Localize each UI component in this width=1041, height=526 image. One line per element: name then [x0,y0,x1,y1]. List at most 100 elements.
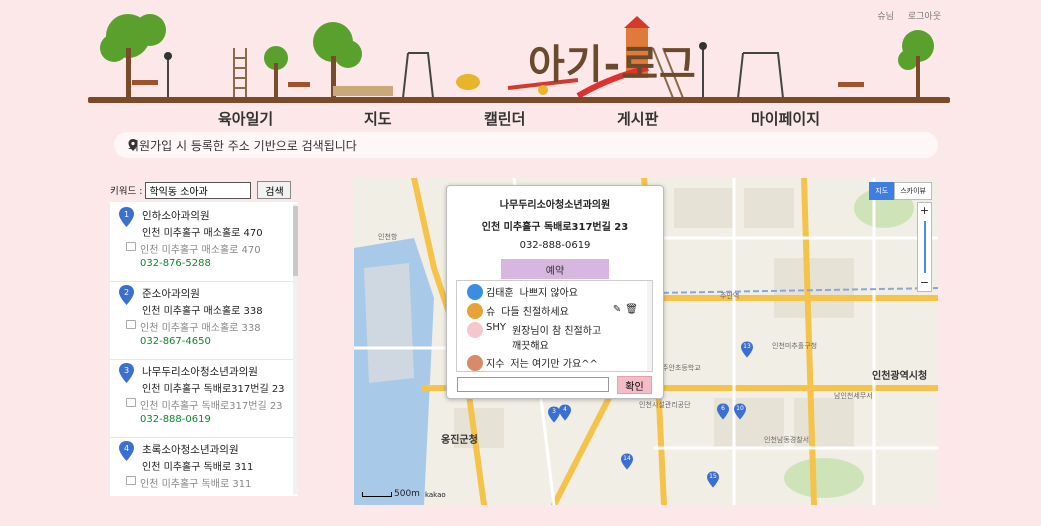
zoom-slider-bar [924,221,926,273]
nav-item-calendar[interactable]: 캘린더 [484,108,525,129]
svg-text:1: 1 [124,210,129,219]
zoom-slider[interactable] [918,219,931,275]
avatar [467,355,483,371]
result-road-address: 인천 미추홀구 매소홀로 338 [142,306,263,317]
list-item[interactable]: 3 나무두리소아청소년과의원 인천 미추홀구 독배로317번길 23 인천 미추… [110,360,294,438]
logo-title: 아기-로그 [528,42,697,88]
jibun-tag-icon [126,242,136,251]
map-label: 남인천세무서 [834,392,873,400]
map-label: 주안초등학교 [662,364,701,372]
map-pin[interactable]: 10 [734,403,746,420]
svg-text:2: 2 [124,288,129,297]
zoom-control: + − [917,202,932,292]
map-pin[interactable]: 14 [621,453,633,470]
result-road-address: 인천 미추홀구 독배로317번길 23 [142,384,285,395]
map-scale: 500m kakao [362,489,446,499]
scrollbar-thumb[interactable] [293,206,298,276]
zoom-out-button[interactable]: − [918,275,931,291]
avatar [467,284,483,300]
comment-item: SHY 원장님이 참 친절하고 깨끗해요 [457,319,652,352]
search-row: 키워드 : 검색 [110,178,298,202]
comment-text: 다들 친절하세요 [501,307,569,318]
confirm-button[interactable]: 확인 [617,376,652,394]
result-name: 나무두리소아청소년과의원 [142,366,258,378]
keyword-label: 키워드 : [110,186,143,197]
scale-bar [362,492,392,497]
jibun-tag-icon [126,320,136,329]
comment-author: 김태훈 [486,288,514,299]
map-label: 옹진군청 [441,435,478,446]
map-marker-icon: 4 [119,441,134,461]
jibun-text: 인천 미추홀구 독배로317번길 23 [140,401,283,412]
result-jibun-address: 인천 미추홀구 독배로317번길 23 [126,397,294,414]
popup-clinic-address: 인천 미추홀구 독배로317번길 23 [481,222,629,233]
comment-item: 김태훈 나쁘지 않아요 [457,281,652,300]
jibun-text: 인천 미추홀구 매소홀로 470 [140,245,261,256]
search-button[interactable]: 검색 [257,181,292,199]
nav-item-map[interactable]: 지도 [364,108,392,129]
comment-scrollbar[interactable] [647,281,652,371]
list-item[interactable]: 2 준소아과의원 인천 미추홀구 매소홀로 338 인천 미추홀구 매소홀로 3… [110,282,294,360]
nav-item-mypage[interactable]: 마이페이지 [751,108,820,129]
main-nav: 육아일기 지도 캘린더 게시판 마이페이지 [0,108,1041,132]
comment-text: 나쁘지 않아요 [519,288,578,299]
map-marker-icon: 3 [119,363,134,383]
result-phone: 032-888-0619 [140,414,211,425]
comment-author: 지수 [486,359,505,370]
map-marker-icon: 2 [119,285,134,305]
list-item[interactable]: 4 초록소아청소년과의원 인천 미추홀구 독배로 311 인천 미추홀구 독배로… [110,438,294,496]
jibun-text: 인천 미추홀구 매소홀로 338 [140,323,261,334]
svg-text:4: 4 [124,444,129,453]
map-pin[interactable]: 15 [707,471,719,488]
location-pin-icon [128,139,138,151]
result-scrollbar[interactable] [293,204,298,494]
map-pin[interactable]: 6 [717,403,729,420]
comment-item: 슈 다들 친절하세요 ✎ 🗑 [457,300,652,319]
search-notice: 회원가입 시 등록한 주소 기반으로 검색됩니다 [114,132,938,158]
comment-list: 김태훈 나쁘지 않아요 슈 다들 친절하세요 ✎ 🗑 SHY 원장님이 참 친절… [456,280,653,372]
map-type-toggle: 지도 스카이뷰 [869,182,932,200]
logo-banner[interactable]: 아기-로그 [88,8,950,104]
map-label: 인천항 [378,233,398,241]
result-list: 1 인하소아과의원 인천 미추홀구 매소홀로 470 인천 미추홀구 매소홀로 … [110,204,294,496]
scale-label: 500m [394,489,420,499]
nav-item-board[interactable]: 게시판 [617,108,658,129]
avatar [467,303,483,319]
map-pin[interactable]: 13 [741,341,753,358]
map-type-skyview-button[interactable]: 스카이뷰 [894,182,932,200]
search-result-panel: 키워드 : 검색 1 인하소아과의원 인천 미추홀구 매소홀로 470 인천 미… [110,178,298,496]
map-label: 인천남동경찰서 [764,436,810,444]
map-label: 인천시설관리공단 [639,401,691,409]
jibun-tag-icon [126,398,136,407]
avatar [467,322,483,338]
keyword-input[interactable] [145,181,252,199]
jibun-tag-icon [126,476,136,485]
result-jibun-address: 인천 미추홀구 독배로 311 [126,475,294,492]
result-name: 준소아과의원 [142,288,200,300]
comment-input[interactable] [457,377,609,392]
nav-item-diary[interactable]: 육아일기 [218,108,273,129]
comment-author: 슈 [486,307,496,318]
clinic-info-popup: 나무두리소아청소년과의원 인천 미추홀구 독배로317번길 23 032-888… [446,185,664,399]
zoom-in-button[interactable]: + [918,203,931,219]
popup-clinic-name: 나무두리소아청소년과의원 [499,200,611,211]
reserve-button[interactable]: 예약 [501,259,609,279]
map-label: 인천미추홀구청 [772,342,818,350]
comment-tools: ✎ 🗑 [613,304,638,315]
result-phone: 032-867-4650 [140,336,211,347]
edit-icon[interactable]: ✎ [613,304,621,315]
map-type-map-button[interactable]: 지도 [869,182,895,200]
map-marker-icon: 1 [119,207,134,227]
playground-illustration [100,14,934,99]
result-jibun-address: 인천 미추홀구 매소홀로 338 [126,319,294,336]
comment-author: SHY [486,322,506,333]
map-provider-logo: kakao [424,491,446,499]
list-item[interactable]: 1 인하소아과의원 인천 미추홀구 매소홀로 470 인천 미추홀구 매소홀로 … [110,204,294,282]
trash-icon[interactable]: 🗑 [625,304,638,315]
map-pin[interactable]: 4 [559,404,571,421]
map-label: 주안역 [720,292,740,300]
popup-clinic-phone: 032-888-0619 [519,240,591,251]
result-name: 초록소아청소년과의원 [142,444,239,456]
result-jibun-address: 인천 미추홀구 매소홀로 470 [126,241,294,258]
result-name: 인하소아과의원 [142,210,210,222]
